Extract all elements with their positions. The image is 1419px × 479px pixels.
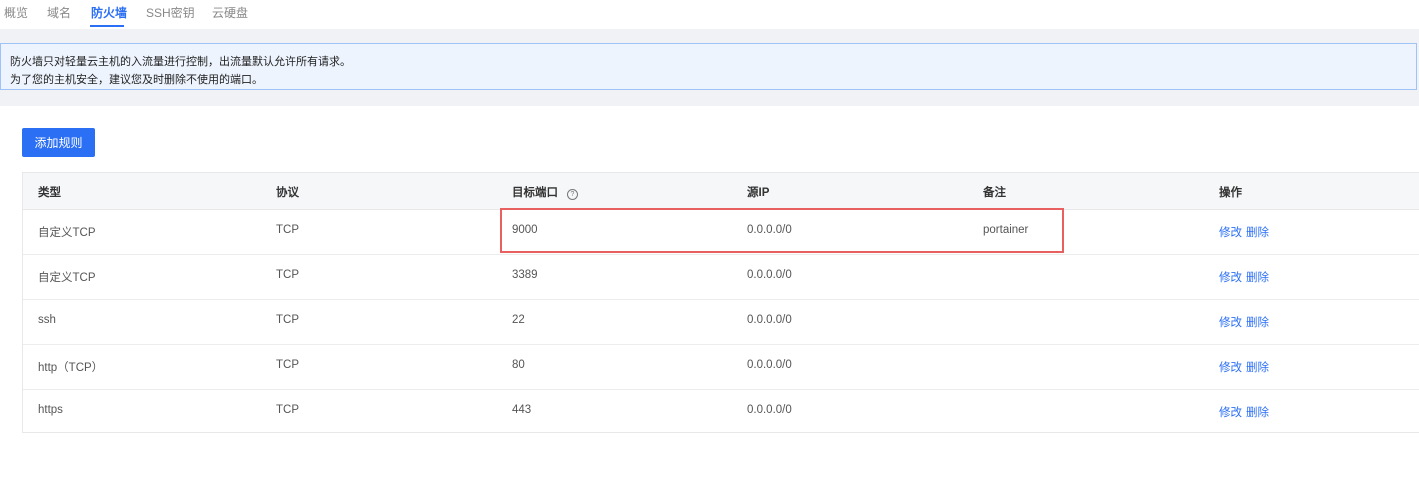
firewall-rules-table: 类型 协议 目标端口? 源IP 备注 操作 自定义TCP TCP 9000 0.… (22, 172, 1419, 433)
cell-source-ip: 0.0.0.0/0 (747, 269, 792, 281)
cell-type: 自定义TCP (38, 272, 96, 284)
cell-source-ip: 0.0.0.0/0 (747, 314, 792, 326)
cell-port: 3389 (512, 269, 538, 281)
cell-protocol: TCP (276, 224, 299, 236)
cell-source-ip: 0.0.0.0/0 (747, 404, 792, 416)
header-port: 目标端口? (512, 184, 578, 200)
notice-line-1: 防火墙只对轻量云主机的入流量进行控制，出流量默认允许所有请求。 (10, 56, 351, 68)
header-source-ip: 源IP (747, 187, 770, 199)
cell-type: 自定义TCP (38, 227, 96, 239)
table-row: http（TCP） TCP 80 0.0.0.0/0 修改 删除 (23, 344, 1419, 390)
cell-protocol: TCP (276, 314, 299, 326)
cell-note: portainer (983, 224, 1029, 236)
cell-source-ip: 0.0.0.0/0 (747, 224, 792, 236)
delete-link[interactable]: 删除 (1246, 404, 1269, 420)
cell-port: 22 (512, 314, 525, 326)
tab-cloud-disk[interactable]: 云硬盘 (212, 4, 248, 21)
notice-line-2: 为了您的主机安全，建议您及时删除不使用的端口。 (10, 74, 263, 86)
cell-type: https (38, 404, 63, 416)
tab-bar: 概览 域名 防火墙 SSH密钥 云硬盘 (0, 0, 1419, 30)
header-action: 操作 (1219, 187, 1242, 199)
edit-link[interactable]: 修改 (1219, 314, 1242, 330)
edit-link[interactable]: 修改 (1219, 359, 1242, 375)
cell-type: http（TCP） (38, 362, 104, 374)
cell-source-ip: 0.0.0.0/0 (747, 359, 792, 371)
delete-link[interactable]: 删除 (1246, 269, 1269, 285)
delete-link[interactable]: 删除 (1246, 314, 1269, 330)
cell-protocol: TCP (276, 404, 299, 416)
edit-link[interactable]: 修改 (1219, 224, 1242, 240)
help-circle-icon[interactable]: ? (567, 189, 578, 200)
header-port-label: 目标端口 (512, 187, 558, 199)
notice-banner: 防火墙只对轻量云主机的入流量进行控制，出流量默认允许所有请求。 为了您的主机安全… (0, 43, 1417, 90)
tab-firewall[interactable]: 防火墙 (91, 4, 127, 21)
table-row: ssh TCP 22 0.0.0.0/0 修改 删除 (23, 299, 1419, 345)
edit-link[interactable]: 修改 (1219, 404, 1242, 420)
header-type: 类型 (38, 187, 61, 199)
header-protocol: 协议 (276, 187, 299, 199)
tab-ssh-keys[interactable]: SSH密钥 (146, 4, 195, 21)
cell-port: 443 (512, 404, 532, 416)
delete-link[interactable]: 删除 (1246, 359, 1269, 375)
table-row: 自定义TCP TCP 3389 0.0.0.0/0 修改 删除 (23, 254, 1419, 300)
active-tab-indicator (90, 25, 124, 27)
add-rule-button[interactable]: 添加规则 (22, 128, 95, 157)
cell-type: ssh (38, 314, 56, 326)
edit-link[interactable]: 修改 (1219, 269, 1242, 285)
tab-overview[interactable]: 概览 (4, 4, 28, 21)
cell-port: 80 (512, 359, 525, 371)
table-row: https TCP 443 0.0.0.0/0 修改 删除 (23, 389, 1419, 434)
header-note: 备注 (983, 187, 1006, 199)
table-row: 自定义TCP TCP 9000 0.0.0.0/0 portainer 修改 删… (23, 209, 1419, 255)
cell-protocol: TCP (276, 359, 299, 371)
delete-link[interactable]: 删除 (1246, 224, 1269, 240)
cell-protocol: TCP (276, 269, 299, 281)
tab-domain[interactable]: 域名 (47, 4, 71, 21)
table-header: 类型 协议 目标端口? 源IP 备注 操作 (23, 173, 1419, 210)
cell-port: 9000 (512, 224, 538, 236)
